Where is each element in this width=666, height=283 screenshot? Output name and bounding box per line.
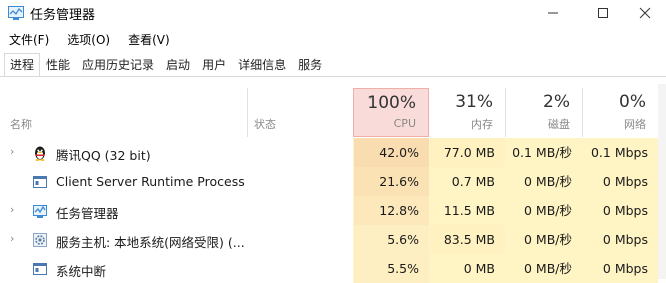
process-disk: 0 MB/秒 <box>505 196 582 225</box>
window-icon <box>33 176 47 188</box>
minimize-icon <box>548 12 558 14</box>
column-header-network[interactable]: 0% 网络 <box>582 88 658 137</box>
process-row[interactable]: › 腾讯QQ (32 bit) 42.0% 77.0 MB 0.1 MB/秒 0… <box>0 138 666 167</box>
column-header-cpu[interactable]: ⌄ 100% CPU <box>353 88 429 137</box>
expand-chevron-icon[interactable]: › <box>10 203 20 216</box>
process-name: 腾讯QQ (32 bit) <box>56 148 151 163</box>
minimize-button[interactable] <box>530 0 576 26</box>
tab-performance[interactable]: 性能 <box>40 53 76 77</box>
menu-bar: 文件(F) 选项(O) 查看(V) <box>0 30 179 50</box>
process-disk: 0 MB/秒 <box>505 225 582 254</box>
expand-chevron-icon[interactable]: › <box>10 232 20 245</box>
tab-bar: 进程 性能 应用历史记录 启动 用户 详细信息 服务 <box>4 53 328 77</box>
menu-options[interactable]: 选项(O) <box>58 30 119 50</box>
process-row[interactable]: › 服务主机: 本地系统(网络受限) (... 5.6% 83.5 MB 0 M… <box>0 225 666 254</box>
tab-processes[interactable]: 进程 <box>4 53 41 77</box>
memory-total-percent: 31% <box>455 92 493 112</box>
process-memory: 11.5 MB <box>429 196 505 225</box>
column-header-name[interactable]: 名称 <box>0 88 247 137</box>
column-header-status[interactable]: 状态 <box>248 88 353 137</box>
title-bar: 任务管理器 <box>0 0 666 26</box>
process-memory: 83.5 MB <box>429 225 505 254</box>
tab-services[interactable]: 服务 <box>292 53 328 77</box>
window-icon <box>33 263 47 275</box>
column-header-row: 名称 状态 ⌄ 100% CPU 31% 内存 2% 磁盘 0% 网络 <box>0 88 666 137</box>
process-name: 服务主机: 本地系统(网络受限) (... <box>56 235 245 250</box>
gear-icon <box>33 233 47 247</box>
process-name: 系统中断 <box>56 264 107 279</box>
process-list: › 腾讯QQ (32 bit) 42.0% 77.0 MB 0.1 MB/秒 0… <box>0 138 666 283</box>
task-manager-icon <box>8 6 24 20</box>
menu-file[interactable]: 文件(F) <box>0 30 58 50</box>
tab-users[interactable]: 用户 <box>196 53 232 77</box>
tab-app-history[interactable]: 应用历史记录 <box>76 53 160 77</box>
close-button[interactable] <box>622 0 666 26</box>
vertical-scrollbar[interactable] <box>658 84 666 279</box>
process-disk: 0.1 MB/秒 <box>505 138 582 167</box>
process-network: 0 Mbps <box>582 196 658 225</box>
disk-label: 磁盘 <box>548 118 570 131</box>
column-status-label: 状态 <box>254 118 276 131</box>
cpu-label: CPU <box>393 117 416 130</box>
expand-chevron-icon[interactable]: › <box>10 145 20 158</box>
memory-label: 内存 <box>471 118 493 131</box>
column-name-label: 名称 <box>10 118 32 131</box>
network-total-percent: 0% <box>619 92 646 112</box>
window-title: 任务管理器 <box>30 8 96 23</box>
menu-view[interactable]: 查看(V) <box>119 30 179 50</box>
process-network: 0 Mbps <box>582 225 658 254</box>
process-cpu: 42.0% <box>353 138 429 167</box>
tab-details[interactable]: 详细信息 <box>232 53 292 77</box>
qq-penguin-icon <box>35 146 45 161</box>
tab-startup[interactable]: 启动 <box>160 53 196 77</box>
process-network: 0.1 Mbps <box>582 138 658 167</box>
task-manager-icon <box>33 205 47 218</box>
maximize-icon <box>598 8 608 18</box>
column-header-disk[interactable]: 2% 磁盘 <box>505 88 582 137</box>
process-network: 0 Mbps <box>582 167 658 196</box>
process-cpu: 5.6% <box>353 225 429 254</box>
process-memory: 0.7 MB <box>429 167 505 196</box>
disk-total-percent: 2% <box>543 92 570 112</box>
process-name: Client Server Runtime Process <box>56 174 245 189</box>
process-disk: 0 MB/秒 <box>505 167 582 196</box>
tabs-divider <box>0 76 666 77</box>
process-row[interactable]: › 任务管理器 12.8% 11.5 MB 0 MB/秒 0 Mbps <box>0 196 666 225</box>
maximize-button[interactable] <box>580 0 626 26</box>
process-cpu: 21.6% <box>353 167 429 196</box>
process-memory: 77.0 MB <box>429 138 505 167</box>
cpu-total-percent: 100% <box>367 93 416 113</box>
process-cpu: 12.8% <box>353 196 429 225</box>
column-header-memory[interactable]: 31% 内存 <box>429 88 505 137</box>
process-name: 任务管理器 <box>56 206 119 221</box>
network-label: 网络 <box>624 118 646 131</box>
close-icon <box>639 7 651 19</box>
process-row[interactable]: Client Server Runtime Process 21.6% 0.7 … <box>0 167 666 196</box>
